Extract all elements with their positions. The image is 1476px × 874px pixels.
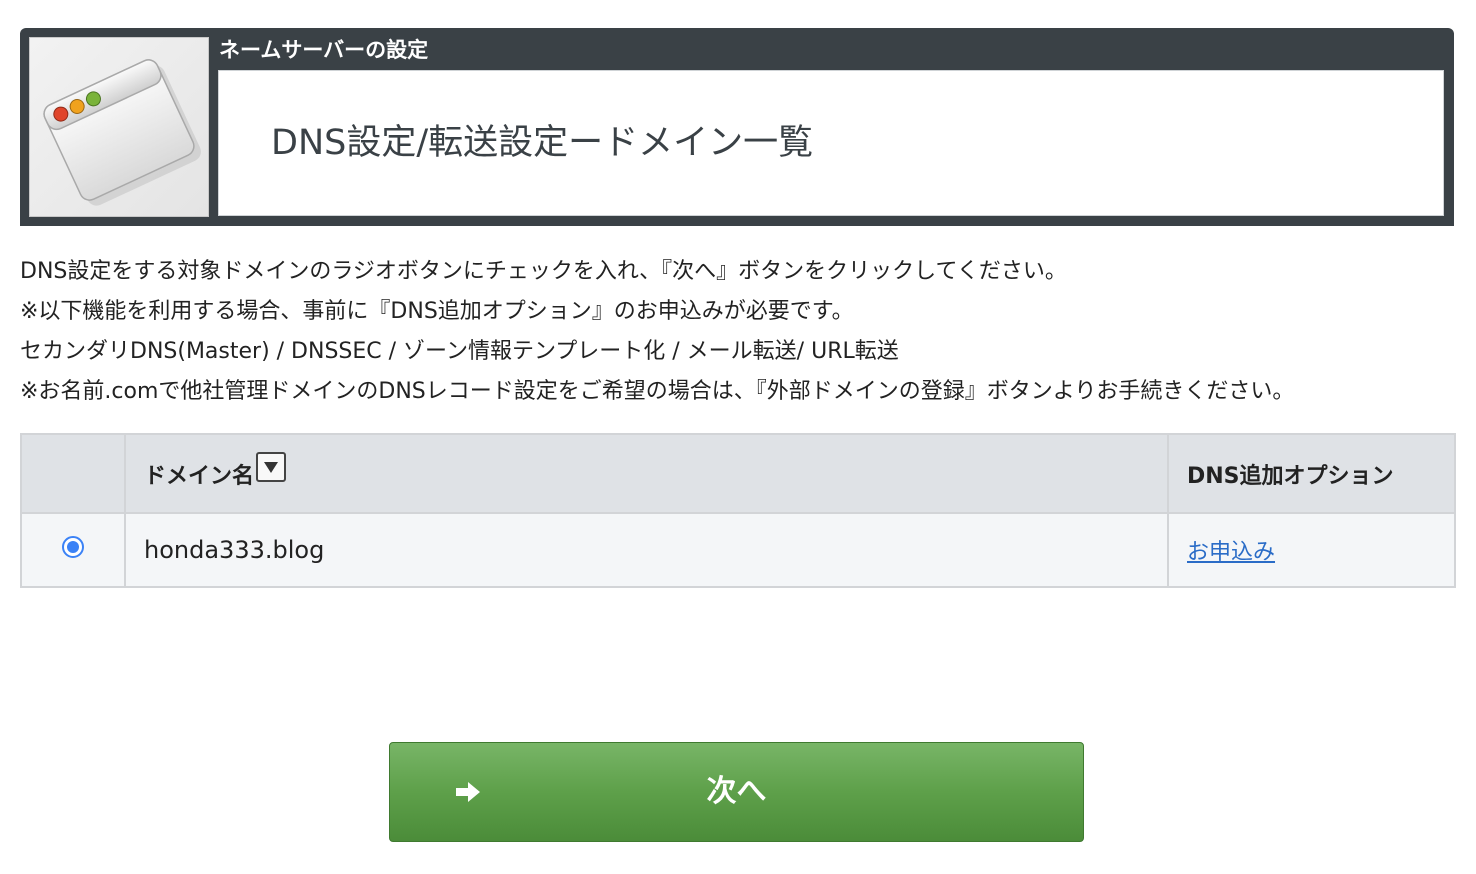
- page: ネームサーバーの設定 DNS設定/転送設定ードメイン一覧 DNS設定をする対象ド…: [0, 0, 1476, 874]
- column-header-domain: ドメイン名: [124, 433, 1169, 514]
- domain-table: ドメイン名 DNS追加オプション honda333.blog お申込み: [20, 433, 1456, 588]
- instruction-line: ※お名前.comで他社管理ドメインのDNSレコード設定をご希望の場合は、『外部ド…: [20, 379, 1295, 404]
- sort-down-icon[interactable]: [256, 451, 287, 482]
- next-button[interactable]: 次へ: [389, 742, 1084, 842]
- page-title: DNS設定/転送設定ードメイン一覧: [271, 123, 814, 163]
- column-header-option: DNS追加オプション: [1167, 433, 1456, 514]
- domain-radio[interactable]: [62, 536, 84, 558]
- page-header: ネームサーバーの設定 DNS設定/転送設定ードメイン一覧: [20, 28, 1454, 226]
- column-header-domain-label: ドメイン名: [144, 463, 255, 489]
- column-header-select: [20, 433, 126, 514]
- instruction-line: DNS設定をする対象ドメインのラジオボタンにチェックを入れ、『次へ』ボタンをクリ…: [20, 259, 1067, 284]
- radio-dot: [67, 541, 79, 553]
- header-category: ネームサーバーの設定: [219, 38, 429, 62]
- page-title-box: DNS設定/転送設定ードメイン一覧: [218, 70, 1444, 216]
- header-icon-box: [29, 37, 209, 217]
- instruction-line: セカンダリDNS(Master) / DNSSEC / ゾーン情報テンプレート化…: [20, 339, 899, 364]
- apply-option-link[interactable]: お申込み: [1187, 540, 1275, 565]
- domain-name-cell: honda333.blog: [124, 512, 1169, 588]
- browser-window-icon: [43, 59, 201, 206]
- dns-option-cell: お申込み: [1167, 512, 1456, 588]
- next-button-label: 次へ: [706, 774, 767, 809]
- instruction-line: ※以下機能を利用する場合、事前に『DNS追加オプション』のお申込みが必要です。: [20, 299, 854, 324]
- instructions: DNS設定をする対象ドメインのラジオボタンにチェックを入れ、『次へ』ボタンをクリ…: [20, 252, 1454, 412]
- table-row: honda333.blog お申込み: [20, 512, 1456, 588]
- table-header-row: ドメイン名 DNS追加オプション: [20, 433, 1456, 514]
- domain-select-cell: [20, 512, 126, 588]
